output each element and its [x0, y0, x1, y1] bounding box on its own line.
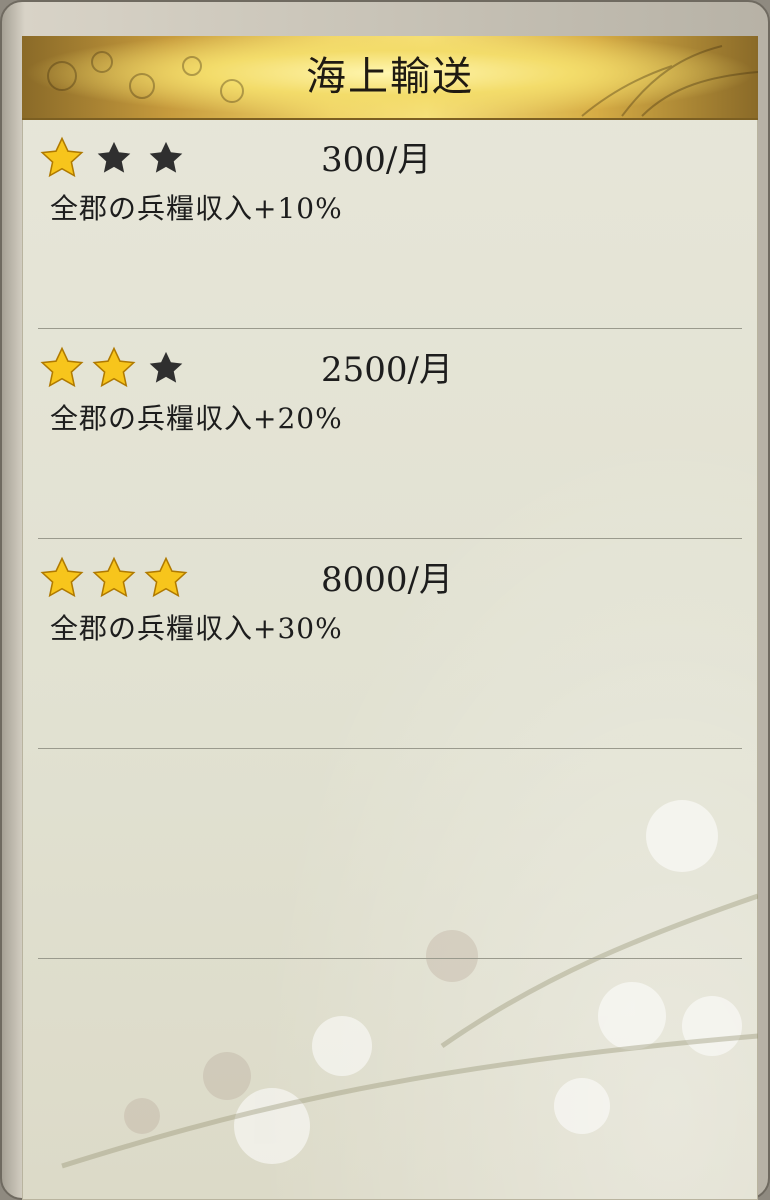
divider: [38, 328, 742, 329]
tier-cost: 8000/月: [321, 560, 453, 600]
tier-effect: 全郡の兵糧収入+10%: [50, 192, 343, 225]
star-filled-icon: [90, 344, 138, 392]
tier-1: 300/月 全郡の兵糧収入+10%: [38, 134, 742, 344]
star-rating: [38, 344, 190, 392]
star-filled-icon: [142, 554, 190, 602]
star-filled-icon: [38, 344, 86, 392]
tier-effect: 全郡の兵糧収入+30%: [50, 612, 343, 645]
star-filled-icon: [38, 554, 86, 602]
tier-effect: 全郡の兵糧収入+20%: [50, 402, 343, 435]
star-filled-icon: [90, 554, 138, 602]
upgrade-card: 海上輸送 300/月 全郡の兵糧収入+10% 2500/月 全郡の兵糧収入+20…: [22, 36, 758, 1200]
star-empty-icon: [142, 344, 190, 392]
star-rating: [38, 554, 190, 602]
title-bar: 海上輸送: [22, 36, 758, 120]
tier-cost: 2500/月: [321, 350, 453, 390]
star-filled-icon: [38, 134, 86, 182]
page-title: 海上輸送: [306, 54, 474, 100]
tier-3: 8000/月 全郡の兵糧収入+30%: [38, 554, 742, 764]
star-empty-icon: [90, 134, 138, 182]
star-empty-icon: [142, 134, 190, 182]
divider: [38, 958, 742, 959]
star-rating: [38, 134, 190, 182]
tier-2: 2500/月 全郡の兵糧収入+20%: [38, 344, 742, 554]
divider: [38, 748, 742, 749]
tier-cost: 300/月: [321, 140, 432, 180]
divider: [38, 538, 742, 539]
